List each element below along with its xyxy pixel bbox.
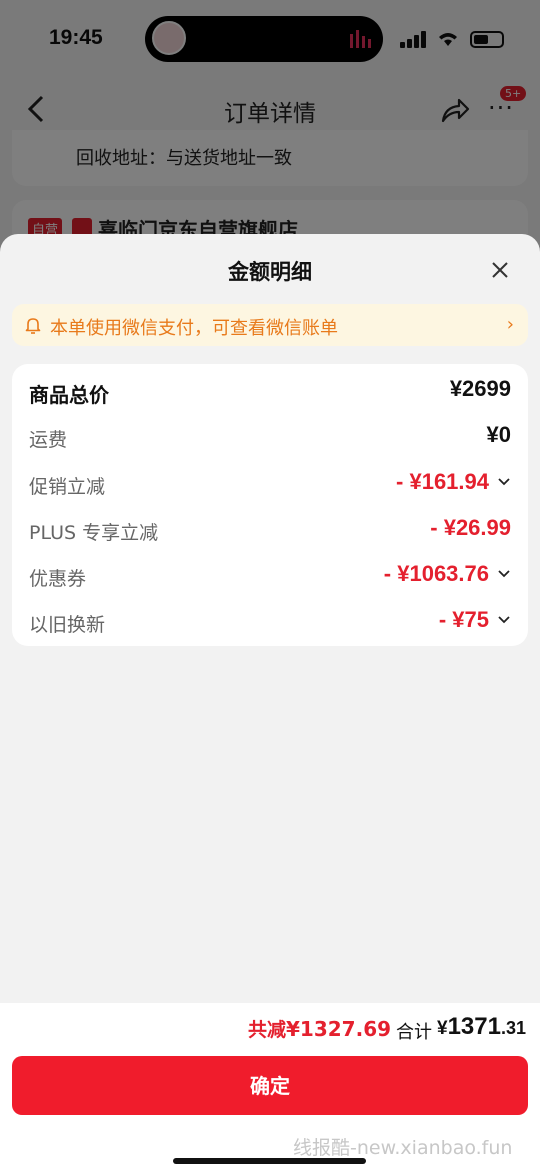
chevron-down-icon[interactable] <box>497 475 511 489</box>
row-label: 优惠券 <box>29 568 87 590</box>
row-value: ¥0 <box>486 422 511 447</box>
row-value: ¥2699 <box>449 376 511 401</box>
row-goods-total: 商品总价 ¥2699 <box>29 376 511 407</box>
chevron-down-icon[interactable] <box>497 613 511 627</box>
sheet-title: 金额明细 <box>228 260 312 284</box>
savings-value: ¥1327.69 <box>286 1017 392 1041</box>
row-value: - ¥161.94 <box>396 469 489 494</box>
row-label: 商品总价 <box>29 383 109 407</box>
total-integer: 1371 <box>447 1013 501 1040</box>
notice-text: 本单使用微信支付，可查看微信账单 <box>50 318 338 339</box>
home-indicator[interactable] <box>173 1158 366 1164</box>
row-value: - ¥75 <box>438 607 489 632</box>
row-label: 促销立减 <box>29 476 106 498</box>
row-trade-in[interactable]: 以旧换新 - ¥75 <box>29 607 511 637</box>
bell-icon <box>25 318 41 334</box>
watermark: 线报酷-new.xianbao.fun <box>293 1137 513 1159</box>
savings-total: 共减¥1327.69 <box>248 1015 391 1042</box>
confirm-button[interactable]: 确定 <box>12 1056 528 1115</box>
total-currency: ¥ <box>437 1018 448 1039</box>
row-label: PLUS 专享立减 <box>29 522 159 544</box>
row-label: 运费 <box>29 429 68 451</box>
total-label: 合计 <box>396 1022 432 1043</box>
footer-bar: 共减¥1327.69 合计 ¥1371.31 确定 线报酷-new.xianba… <box>0 1003 540 1173</box>
total-decimal: .31 <box>500 1018 526 1038</box>
wechat-bill-notice[interactable]: 本单使用微信支付，可查看微信账单 › <box>12 304 528 346</box>
row-plus-discount: PLUS 专享立减 - ¥26.99 <box>29 515 511 545</box>
amount-breakdown-card: 商品总价 ¥2699 运费 ¥0 促销立减 - ¥161.94 PLUS 专享立… <box>12 364 528 646</box>
row-shipping: 运费 ¥0 <box>29 422 511 452</box>
chevron-down-icon[interactable] <box>497 567 511 581</box>
row-value: - ¥26.99 <box>430 515 511 540</box>
total-amount: ¥1371.31 <box>437 1013 526 1041</box>
close-icon[interactable] <box>490 260 510 280</box>
row-promotion[interactable]: 促销立减 - ¥161.94 <box>29 469 511 499</box>
row-label: 以旧换新 <box>29 614 106 636</box>
chevron-right-icon: › <box>506 314 514 335</box>
savings-label: 共减 <box>248 1019 287 1041</box>
row-coupon[interactable]: 优惠券 - ¥1063.76 <box>29 561 511 591</box>
row-value: - ¥1063.76 <box>383 561 489 586</box>
